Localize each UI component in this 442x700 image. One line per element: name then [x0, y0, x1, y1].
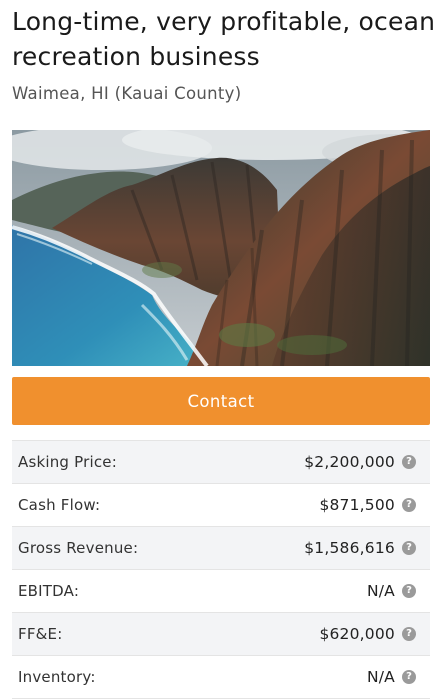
inventory-label: Inventory: — [18, 668, 96, 686]
ffe-label: FF&E: — [18, 625, 63, 643]
row-ffe: FF&E: $620,000 ? — [12, 613, 430, 656]
coastline-image — [12, 130, 430, 366]
listing-location: Waimea, HI (Kauai County) — [12, 84, 242, 103]
ebitda-label: EBITDA: — [18, 582, 80, 600]
row-gross-revenue: Gross Revenue: $1,586,616 ? — [12, 527, 430, 570]
inventory-value: N/A — [366, 668, 395, 686]
listing-title: Long-time, very profitable, ocean recrea… — [12, 7, 436, 71]
help-icon[interactable]: ? — [402, 455, 416, 469]
help-icon[interactable]: ? — [402, 584, 416, 598]
asking-price-label: Asking Price: — [18, 453, 117, 471]
row-ebitda: EBITDA: N/A ? — [12, 570, 430, 613]
gross-revenue-value: $1,586,616 — [304, 539, 395, 557]
ebitda-value: N/A — [366, 582, 395, 600]
row-asking-price: Asking Price: $2,200,000 ? — [12, 441, 430, 484]
help-icon[interactable]: ? — [402, 670, 416, 684]
contact-button[interactable]: Contact — [12, 377, 430, 425]
row-inventory: Inventory: N/A ? — [12, 656, 430, 699]
help-icon[interactable]: ? — [402, 541, 416, 555]
row-cash-flow: Cash Flow: $871,500 ? — [12, 484, 430, 527]
asking-price-value: $2,200,000 — [304, 453, 395, 471]
ffe-value: $620,000 — [319, 625, 395, 643]
listing-photo[interactable] — [12, 130, 430, 366]
cash-flow-value: $871,500 — [319, 496, 395, 514]
financial-details-table: Asking Price: $2,200,000 ? Cash Flow: $8… — [12, 440, 430, 699]
help-icon[interactable]: ? — [402, 627, 416, 641]
gross-revenue-label: Gross Revenue: — [18, 539, 139, 557]
cash-flow-label: Cash Flow: — [18, 496, 101, 514]
help-icon[interactable]: ? — [402, 498, 416, 512]
